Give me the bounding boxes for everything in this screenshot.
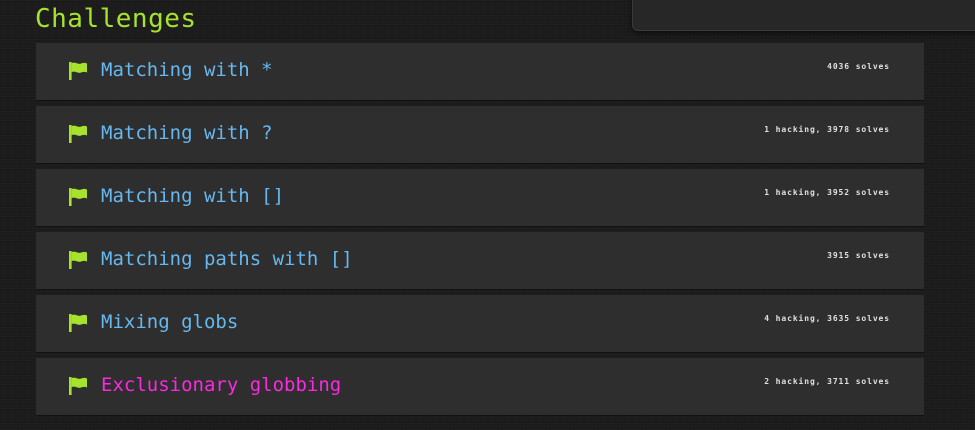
challenge-name[interactable]: Matching with ? [101,121,273,145]
challenge-row[interactable]: Mixing globs 4 hacking, 3635 solves [36,295,924,352]
challenge-stats: 1 hacking, 3952 solves [764,188,890,197]
challenge-name[interactable]: Exclusionary globbing [101,373,341,397]
flag-icon [69,251,87,269]
challenge-name[interactable]: Matching with [] [101,184,284,208]
flag-icon [69,314,87,332]
flag-icon [69,125,87,143]
challenge-row[interactable]: Matching with ? 1 hacking, 3978 solves [36,106,924,163]
challenge-name[interactable]: Mixing globs [101,310,238,334]
challenge-row[interactable]: Exclusionary globbing 2 hacking, 3711 so… [36,358,924,415]
challenge-list: Matching with * 4036 solves Matching wit… [36,43,924,415]
challenge-row[interactable]: Matching with [] 1 hacking, 3952 solves [36,169,924,226]
challenge-row[interactable]: Matching paths with [] 3915 solves [36,232,924,289]
challenge-stats: 4036 solves [827,62,890,71]
challenge-name[interactable]: Matching with * [101,58,273,82]
challenge-row[interactable]: Matching with * 4036 solves [36,43,924,100]
top-panel [632,0,975,31]
flag-icon [69,62,87,80]
challenge-name[interactable]: Matching paths with [] [101,247,353,271]
challenge-stats: 1 hacking, 3978 solves [764,125,890,134]
challenge-stats: 3915 solves [827,251,890,260]
challenge-stats: 2 hacking, 3711 solves [764,377,890,386]
challenge-stats: 4 hacking, 3635 solves [764,314,890,323]
section-title: Challenges [35,4,197,34]
flag-icon [69,188,87,206]
flag-icon [69,377,87,395]
